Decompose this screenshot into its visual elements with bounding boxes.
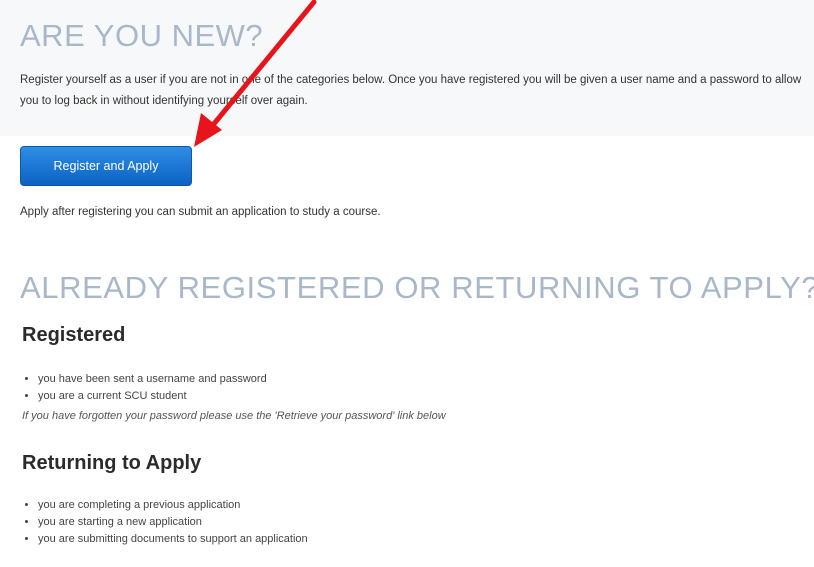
- returning-subheading: Returning to Apply: [22, 452, 202, 474]
- returning-heading: ALREADY REGISTERED OR RETURNING TO APPLY…: [20, 270, 814, 305]
- register-and-apply-button[interactable]: Register and Apply: [20, 146, 192, 186]
- list-item: you are starting a new application: [38, 514, 308, 531]
- registered-subheading: Registered: [22, 324, 126, 346]
- new-user-heading: ARE YOU NEW?: [20, 18, 264, 53]
- list-item: you are submitting documents to support …: [38, 531, 308, 548]
- forgotten-password-note: If you have forgotten your password plea…: [22, 410, 446, 422]
- list-item: you are a current SCU student: [38, 388, 267, 405]
- page: ARE YOU NEW? Register yourself as a user…: [0, 0, 814, 567]
- list-item: you have been sent a username and passwo…: [38, 371, 267, 388]
- returning-list: you are completing a previous applicatio…: [22, 497, 308, 548]
- registered-list: you have been sent a username and passwo…: [22, 371, 267, 405]
- apply-note: Apply after registering you can submit a…: [20, 206, 381, 218]
- list-item: you are completing a previous applicatio…: [38, 497, 308, 514]
- register-description: Register yourself as a user if you are n…: [20, 74, 802, 107]
